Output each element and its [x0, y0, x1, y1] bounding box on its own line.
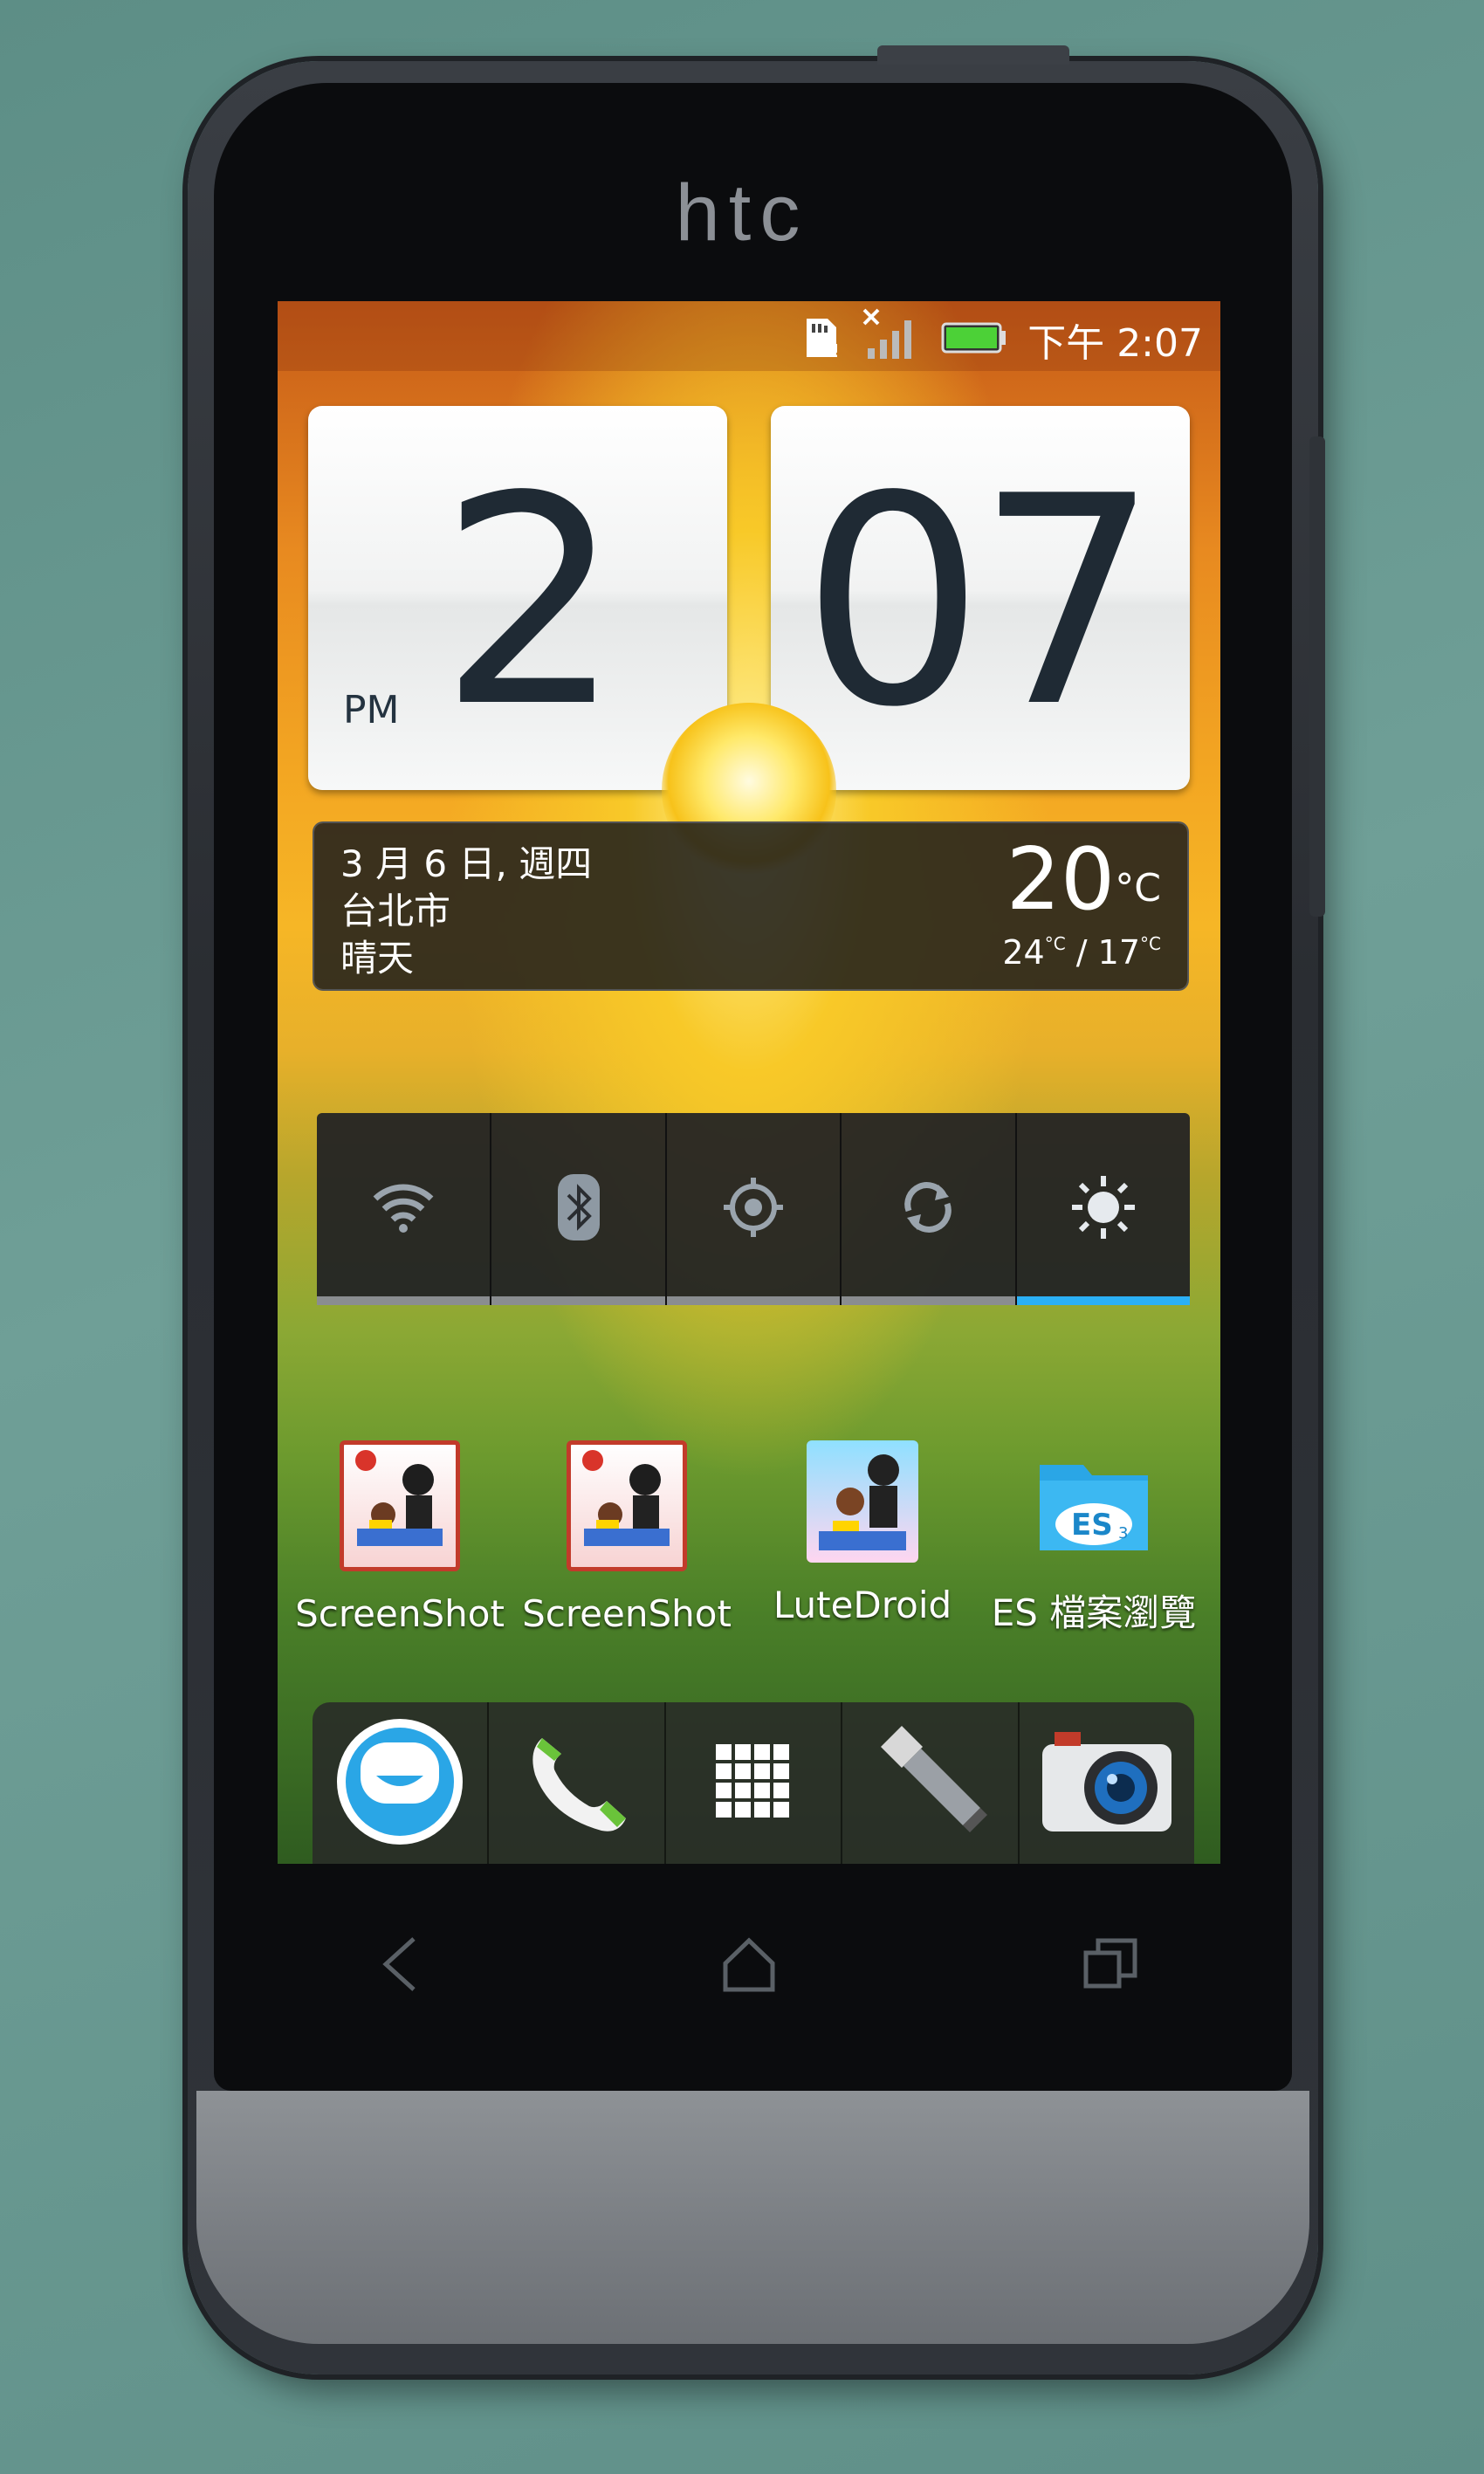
dock-people[interactable] [313, 1702, 490, 1864]
app-lutedroid[interactable]: LuteDroid [749, 1440, 976, 1626]
dock [313, 1702, 1194, 1864]
people-icon [334, 1716, 465, 1851]
wifi-icon [368, 1179, 438, 1239]
weather-temp-unit: °C [1115, 866, 1161, 911]
screenshot-app-icon [340, 1440, 460, 1571]
navigation-bar [278, 1886, 1220, 2060]
gps-icon [722, 1176, 785, 1242]
phone-icon [516, 1721, 638, 1846]
gps-toggle[interactable] [666, 1113, 842, 1305]
brand-logo: htc [675, 168, 809, 258]
app-screenshot-1[interactable]: ScreenShot [286, 1440, 513, 1635]
sync-toggle[interactable] [842, 1113, 1017, 1305]
power-key[interactable] [877, 45, 1069, 65]
recents-icon[interactable] [1081, 1934, 1142, 1998]
dock-flashlight[interactable] [842, 1702, 1020, 1864]
sync-indicator [842, 1296, 1015, 1305]
apps-grid-icon [714, 1742, 793, 1825]
clock-minute-card[interactable]: 07 [771, 406, 1190, 790]
brightness-icon [1068, 1172, 1138, 1246]
wifi-toggle[interactable] [317, 1113, 492, 1305]
quick-settings-widget [317, 1113, 1191, 1305]
home-icon[interactable] [718, 1934, 780, 1998]
lutedroid-app-icon [807, 1440, 918, 1563]
screenshot-app-icon [567, 1440, 687, 1571]
weather-low: 17 [1097, 933, 1141, 972]
weather-widget[interactable]: 3 月 6 日, 週四 台北市 晴天 20°C 24°C / 17°C [314, 823, 1187, 989]
flashlight-icon [869, 1721, 991, 1846]
es-file-explorer-icon: ES 3 [1033, 1440, 1155, 1563]
dock-phone[interactable] [489, 1702, 666, 1864]
status-time: 下午 2:07 [1027, 321, 1203, 366]
weather-city: 台北市 [340, 890, 451, 932]
weather-date: 3 月 6 日, 週四 [340, 842, 593, 885]
weather-temperature: 20°C [1006, 830, 1161, 930]
app-label: ES 檔案瀏覽 [991, 1591, 1197, 1634]
back-icon[interactable] [374, 1934, 426, 1998]
clock-hour: 2 [439, 435, 622, 770]
gps-indicator [666, 1296, 841, 1305]
brightness-indicator [1016, 1296, 1191, 1305]
svg-text:3: 3 [1118, 1524, 1128, 1543]
no-signal-icon [861, 306, 922, 366]
camera-icon [1037, 1725, 1177, 1842]
volume-key[interactable] [1309, 436, 1325, 917]
svg-text:ES: ES [1071, 1508, 1113, 1543]
app-label: LuteDroid [773, 1584, 952, 1626]
home-screen: ! 下午 2:07 PM 2 07 3 月 6 日, 週四 台北市 晴天 20°… [278, 301, 1220, 1864]
battery-icon [941, 322, 1007, 357]
clock-ampm: PM [343, 688, 400, 732]
phone-chin [196, 2091, 1309, 2344]
weather-range: 24°C / 17°C [1002, 933, 1161, 972]
svg-text:!: ! [833, 340, 840, 361]
sd-card-icon: ! [801, 315, 842, 364]
weather-high: 24 [1002, 933, 1045, 972]
weather-condition: 晴天 [340, 937, 415, 979]
sync-icon [897, 1176, 959, 1242]
clock-minute: 07 [801, 435, 1159, 770]
bluetooth-indicator [491, 1296, 665, 1305]
brightness-toggle[interactable] [1016, 1113, 1191, 1305]
app-es-file-explorer[interactable]: ES 3 ES 檔案瀏覽 [980, 1440, 1207, 1637]
dock-all-apps[interactable] [666, 1702, 843, 1864]
app-shortcuts: ScreenShot ScreenShot LuteDroid ES 3 ES 檔… [278, 1440, 1220, 1635]
app-label: ScreenShot [522, 1592, 732, 1635]
clock-hour-card[interactable]: PM 2 [308, 406, 727, 790]
bluetooth-toggle[interactable] [491, 1113, 667, 1305]
app-screenshot-2[interactable]: ScreenShot [513, 1440, 740, 1635]
app-label: ScreenShot [295, 1592, 505, 1635]
status-bar: ! 下午 2:07 [278, 301, 1220, 371]
wifi-indicator [317, 1296, 491, 1305]
dock-camera[interactable] [1020, 1702, 1194, 1864]
bluetooth-icon [556, 1172, 601, 1246]
